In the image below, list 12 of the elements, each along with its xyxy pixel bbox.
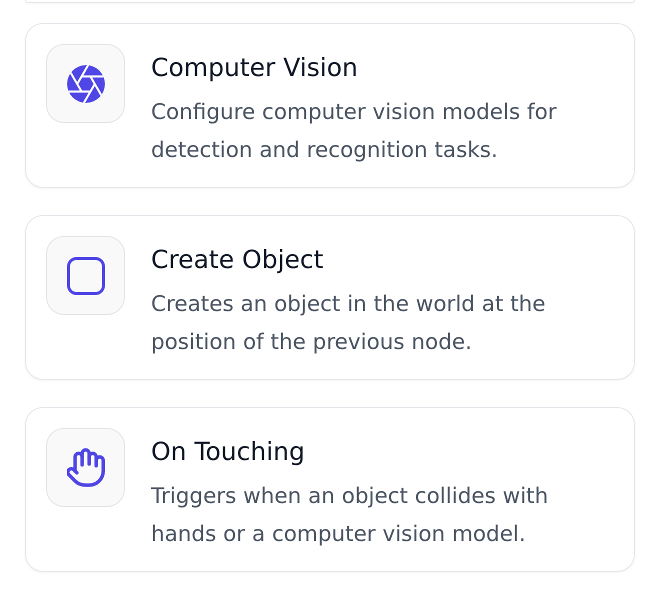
square-icon: [66, 256, 104, 294]
node-title: Computer Vision: [151, 52, 359, 84]
aperture-icon: [66, 64, 104, 102]
node-description: Configure computer vision models for detection and recognition tasks.: [151, 99, 558, 165]
node-description: Triggers when an object collides with hands or a computer vision model.: [151, 483, 550, 549]
node-title: Create Object: [151, 244, 324, 276]
node-card[interactable]: Create Object Creates an object in the world at the position of the previous node.: [25, 215, 635, 380]
hand-icon: [66, 448, 104, 487]
node-title: On Touching: [151, 436, 306, 468]
node-description: Creates an object in the world at the position of the previous node.: [151, 291, 547, 357]
node-card[interactable]: On Touching Triggers when an object collides with hands or a computer vision model.: [25, 407, 635, 572]
node-card[interactable]: Computer Vision Configure computer vision models for detection and recognition tasks.: [25, 23, 635, 188]
